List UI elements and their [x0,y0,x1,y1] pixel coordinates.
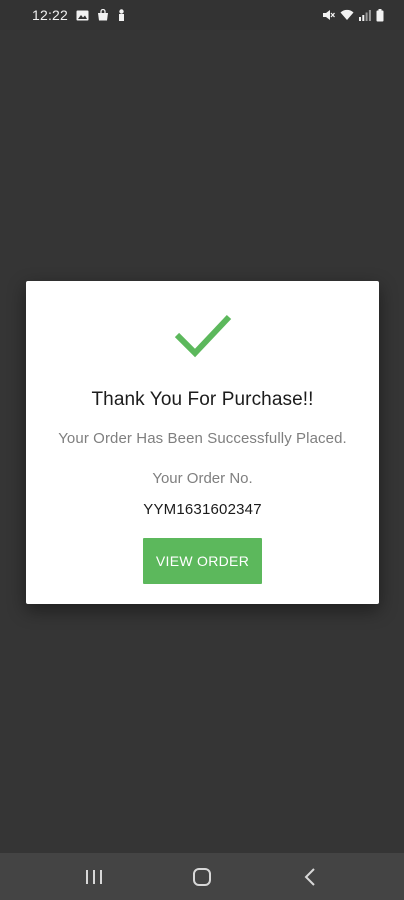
order-confirmation-dialog: Thank You For Purchase!! Your Order Has … [26,281,379,604]
status-left: 12:22 [32,7,126,23]
checkmark-icon [174,314,231,358]
navigation-bar [0,853,404,900]
notification-icon [117,9,126,21]
mute-icon [322,9,335,21]
status-right [322,8,384,22]
status-bar: 12:22 [0,0,404,30]
gallery-icon [76,10,89,21]
home-icon [193,867,211,886]
home-button[interactable] [172,857,232,897]
dialog-title: Thank You For Purchase!! [91,389,314,410]
recents-icon [86,869,102,884]
status-time: 12:22 [32,7,69,23]
battery-icon [376,8,384,22]
shopping-bag-icon [97,9,109,21]
order-number: YYM1631602347 [143,501,262,518]
screen-overlay: Thank You For Purchase!! Your Order Has … [0,30,404,853]
order-number-label: Your Order No. [152,470,253,487]
back-button[interactable] [280,857,340,897]
wifi-icon [340,9,354,21]
recents-button[interactable] [64,857,124,897]
dialog-message: Your Order Has Been Successfully Placed. [58,430,347,447]
back-icon [304,867,315,886]
view-order-button[interactable]: VIEW ORDER [143,538,262,584]
signal-icon [359,9,371,21]
